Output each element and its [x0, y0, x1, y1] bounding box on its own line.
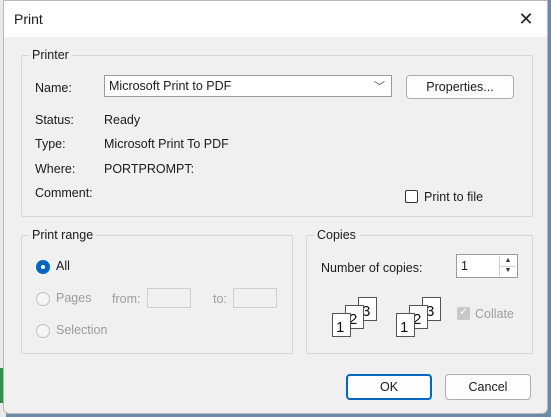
- name-label: Name:: [35, 81, 72, 95]
- printer-group-label: Printer: [29, 48, 72, 62]
- status-label: Status:: [35, 113, 74, 127]
- copies-value: 1: [461, 259, 468, 273]
- status-value: Ready: [104, 113, 141, 127]
- collate-pages-icon: 3 2 1 3 2 1: [322, 293, 442, 343]
- page-number: 1: [336, 319, 345, 336]
- print-range-group-label: Print range: [29, 228, 97, 242]
- where-value: PORTPROMPT:: [104, 162, 195, 176]
- comment-label: Comment:: [35, 186, 93, 200]
- properties-button-label: Properties...: [426, 80, 494, 94]
- selection-radio[interactable]: [36, 324, 50, 338]
- from-input[interactable]: [147, 288, 191, 308]
- collate-checkbox[interactable]: [457, 305, 470, 320]
- ok-button-label: OK: [379, 380, 399, 394]
- to-input[interactable]: [233, 288, 277, 308]
- copies-group-label: Copies: [314, 228, 359, 242]
- selection-label[interactable]: Selection: [56, 323, 107, 337]
- chevron-down-icon: ﹀: [374, 81, 385, 93]
- cancel-button[interactable]: Cancel: [445, 374, 531, 400]
- to-label: to:: [213, 292, 227, 306]
- copies-spinner[interactable]: 1 ▲ ▼: [456, 254, 518, 278]
- type-label: Type:: [35, 137, 66, 151]
- print-dialog: Print ✕ Printer Name: Microsoft Print to…: [3, 0, 548, 414]
- title-bar: Print ✕: [4, 1, 547, 37]
- page-number: 1: [400, 319, 409, 336]
- ok-button[interactable]: OK: [346, 374, 432, 400]
- pages-radio[interactable]: [36, 292, 50, 306]
- from-label: from:: [112, 292, 141, 306]
- page-1-a: 1: [332, 313, 351, 337]
- page-1-b: 1: [396, 313, 415, 337]
- printer-name-value: Microsoft Print to PDF: [109, 79, 232, 93]
- dialog-title: Print: [14, 11, 43, 27]
- where-label: Where:: [35, 162, 76, 176]
- spin-buttons: ▲ ▼: [499, 256, 516, 276]
- print-to-file-checkbox[interactable]: [405, 190, 418, 203]
- printer-name-select[interactable]: Microsoft Print to PDF ﹀: [104, 75, 392, 97]
- pages-label[interactable]: Pages: [56, 291, 91, 305]
- print-to-file-label[interactable]: Print to file: [424, 190, 483, 204]
- collate-label[interactable]: Collate: [475, 307, 514, 321]
- spin-down-icon[interactable]: ▼: [500, 266, 516, 276]
- close-icon[interactable]: ✕: [515, 8, 537, 30]
- type-value: Microsoft Print To PDF: [104, 137, 229, 151]
- all-radio[interactable]: [36, 260, 50, 274]
- number-of-copies-label: Number of copies:: [321, 261, 423, 275]
- properties-button[interactable]: Properties...: [406, 75, 514, 99]
- cancel-button-label: Cancel: [468, 380, 508, 394]
- all-label[interactable]: All: [56, 259, 70, 273]
